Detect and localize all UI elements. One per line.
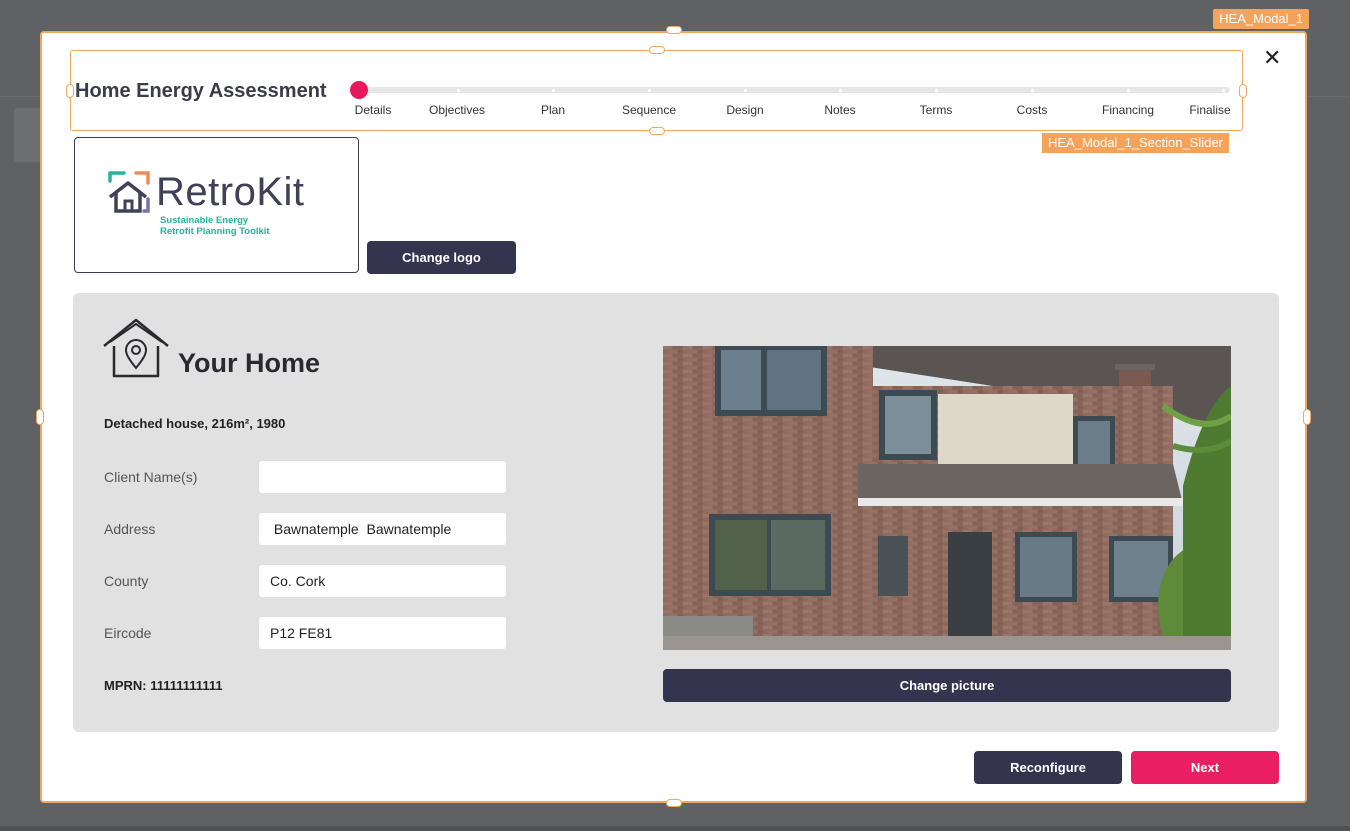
modal-selection-tag: HEA_Modal_1 (1213, 9, 1309, 29)
step-objectives[interactable]: Objectives (429, 103, 485, 117)
change-logo-button[interactable]: Change logo (367, 241, 516, 274)
slider-selection-tag: HEA_Modal_1_Section_Slider (1042, 133, 1229, 153)
home-location-icon (103, 318, 169, 378)
step-details[interactable]: Details (355, 103, 392, 117)
resize-handle-right[interactable] (1303, 409, 1311, 425)
step-terms[interactable]: Terms (920, 103, 953, 117)
track-dot (744, 89, 747, 92)
property-summary: Detached house, 216m², 1980 (104, 416, 286, 431)
page-title: Home Energy Assessment (75, 80, 327, 102)
slider-handle-left[interactable] (66, 84, 74, 98)
resize-handle-bottom[interactable] (666, 799, 682, 807)
change-picture-button[interactable]: Change picture (663, 669, 1231, 702)
county-label: County (104, 573, 149, 589)
client-name-label: Client Name(s) (104, 469, 198, 485)
step-sequence[interactable]: Sequence (622, 103, 676, 117)
mprn-text: MPRN: 11111111111 (104, 678, 223, 693)
track-dot (1031, 89, 1034, 92)
step-costs[interactable]: Costs (1017, 103, 1048, 117)
background-footer (0, 826, 1350, 831)
retrokit-logo-icon (108, 171, 150, 213)
logo-tagline-line2: Retrofit Planning Toolkit (160, 226, 270, 237)
next-button[interactable]: Next (1131, 751, 1279, 784)
address-label: Address (104, 521, 156, 537)
step-financing[interactable]: Financing (1102, 103, 1154, 117)
logo-tagline-line1: Sustainable Energy (160, 215, 249, 226)
county-input[interactable] (259, 565, 506, 597)
logo-tagline: Sustainable Energy Retrofit Planning Too… (160, 215, 270, 237)
track-dot (457, 89, 460, 92)
track-dot (1127, 89, 1130, 92)
logo-wordmark: RetroKit (156, 170, 305, 214)
step-finalise[interactable]: Finalise (1189, 103, 1230, 117)
track-dot (1222, 89, 1225, 92)
eircode-label: Eircode (104, 625, 152, 641)
slider-handle-bottom[interactable] (649, 127, 665, 135)
track-dot (935, 89, 938, 92)
close-icon[interactable]: ✕ (1263, 48, 1281, 70)
slider-handle-top[interactable] (649, 46, 665, 54)
track-dot (839, 89, 842, 92)
step-slider-track[interactable] (360, 87, 1230, 93)
house-photo (663, 346, 1231, 650)
eircode-input[interactable] (259, 617, 506, 649)
slider-handle-right[interactable] (1239, 84, 1247, 98)
step-notes[interactable]: Notes (824, 103, 855, 117)
client-name-input[interactable] (259, 461, 506, 493)
step-design[interactable]: Design (726, 103, 763, 117)
your-home-heading: Your Home (178, 348, 321, 378)
resize-handle-top[interactable] (666, 26, 682, 34)
step-slider-thumb[interactable] (350, 81, 368, 99)
track-dot (552, 89, 555, 92)
reconfigure-button[interactable]: Reconfigure (974, 751, 1122, 784)
track-dot (648, 89, 651, 92)
address-input[interactable] (259, 513, 506, 545)
resize-handle-left[interactable] (36, 409, 44, 425)
step-plan[interactable]: Plan (541, 103, 565, 117)
